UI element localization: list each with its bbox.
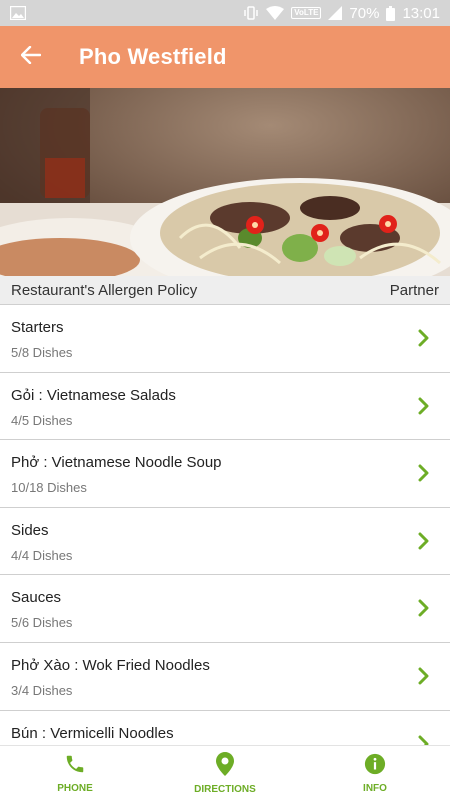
category-item-vietnamese-salads[interactable]: Gỏi : Vietnamese Salads 4/5 Dishes — [0, 373, 450, 441]
dish-count: 5/6 Dishes — [11, 615, 73, 631]
battery-percent: 70% — [349, 4, 380, 22]
app-bar: Pho Westfield — [0, 26, 450, 88]
menu-category-list: Starters 5/8 Dishes Gỏi : Vietnamese Sal… — [0, 305, 450, 745]
chevron-right-icon — [418, 667, 430, 690]
dish-count: 4/5 Dishes — [11, 412, 73, 428]
directions-button[interactable]: DIRECTIONS — [150, 746, 300, 800]
allergen-policy-link[interactable]: Restaurant's Allergen Policy — [11, 282, 197, 299]
chevron-right-icon — [418, 532, 430, 555]
category-name: Bún : Vermicelli Noodles — [11, 724, 174, 742]
signal-icon — [328, 6, 343, 20]
chevron-right-icon — [418, 329, 430, 352]
map-pin-icon — [216, 751, 234, 781]
category-name: Gỏi : Vietnamese Salads — [11, 386, 176, 404]
category-name: Phở Xào : Wok Fried Noodles — [11, 656, 210, 674]
dish-count: 5/8 Dishes — [11, 345, 73, 360]
category-name: Sauces — [11, 589, 62, 607]
category-item-sauces[interactable]: Sauces 5/6 Dishes — [0, 575, 450, 643]
image-notification-icon — [10, 6, 26, 20]
category-item-vermicelli-noodles[interactable]: Bún : Vermicelli Noodles — [0, 711, 450, 745]
dish-count: 3/4 Dishes — [11, 682, 73, 698]
phone-icon — [64, 753, 86, 780]
chevron-right-icon — [418, 464, 430, 487]
category-item-noodle-soup[interactable]: Phở : Vietnamese Noodle Soup 10/18 Dishe… — [0, 440, 450, 508]
dish-count: 4/4 Dishes — [11, 547, 73, 563]
info-label: INFO — [363, 782, 387, 794]
clock: 13:01 — [402, 4, 440, 22]
partner-label: Partner — [389, 281, 439, 299]
phone-label: PHONE — [57, 782, 93, 794]
wifi-icon — [266, 6, 285, 20]
chevron-right-icon — [418, 599, 430, 622]
restaurant-hero-image — [0, 88, 450, 276]
category-name: Phở : Vietnamese Noodle Soup — [11, 454, 222, 472]
category-name: Starters — [11, 319, 64, 336]
volte-badge: VoLTE — [291, 7, 322, 19]
chevron-right-icon — [418, 735, 430, 745]
phone-button[interactable]: PHONE — [0, 746, 150, 800]
dish-count: 10/18 Dishes — [11, 480, 87, 496]
category-item-wok-fried-noodles[interactable]: Phở Xào : Wok Fried Noodles 3/4 Dishes — [0, 643, 450, 711]
directions-label: DIRECTIONS — [194, 783, 256, 795]
status-bar: VoLTE 70% 13:01 — [0, 0, 450, 26]
info-icon — [364, 753, 386, 780]
vibrate-icon — [243, 5, 259, 21]
arrow-back-icon — [20, 45, 42, 69]
allergen-policy-bar[interactable]: Restaurant's Allergen Policy Partner — [0, 276, 450, 305]
back-button[interactable] — [0, 26, 62, 88]
category-item-starters[interactable]: Starters 5/8 Dishes — [0, 305, 450, 373]
category-item-sides[interactable]: Sides 4/4 Dishes — [0, 508, 450, 576]
chevron-right-icon — [418, 397, 430, 420]
bottom-nav: PHONE DIRECTIONS INFO — [0, 745, 450, 800]
info-button[interactable]: INFO — [300, 746, 450, 800]
battery-icon — [386, 5, 396, 21]
page-title: Pho Westfield — [79, 44, 227, 69]
category-name: Sides — [11, 521, 49, 539]
